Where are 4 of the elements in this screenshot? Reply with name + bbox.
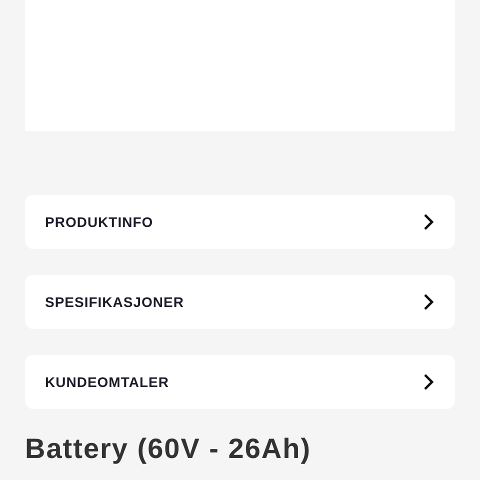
accordion-item[interactable]: SPESIFIKASJONER (25, 275, 455, 329)
accordion-item[interactable]: PRODUKTINFO (25, 195, 455, 249)
product-title: Battery (60V - 26Ah) (25, 432, 312, 466)
accordion-item[interactable]: KUNDEOMTALER (25, 355, 455, 409)
